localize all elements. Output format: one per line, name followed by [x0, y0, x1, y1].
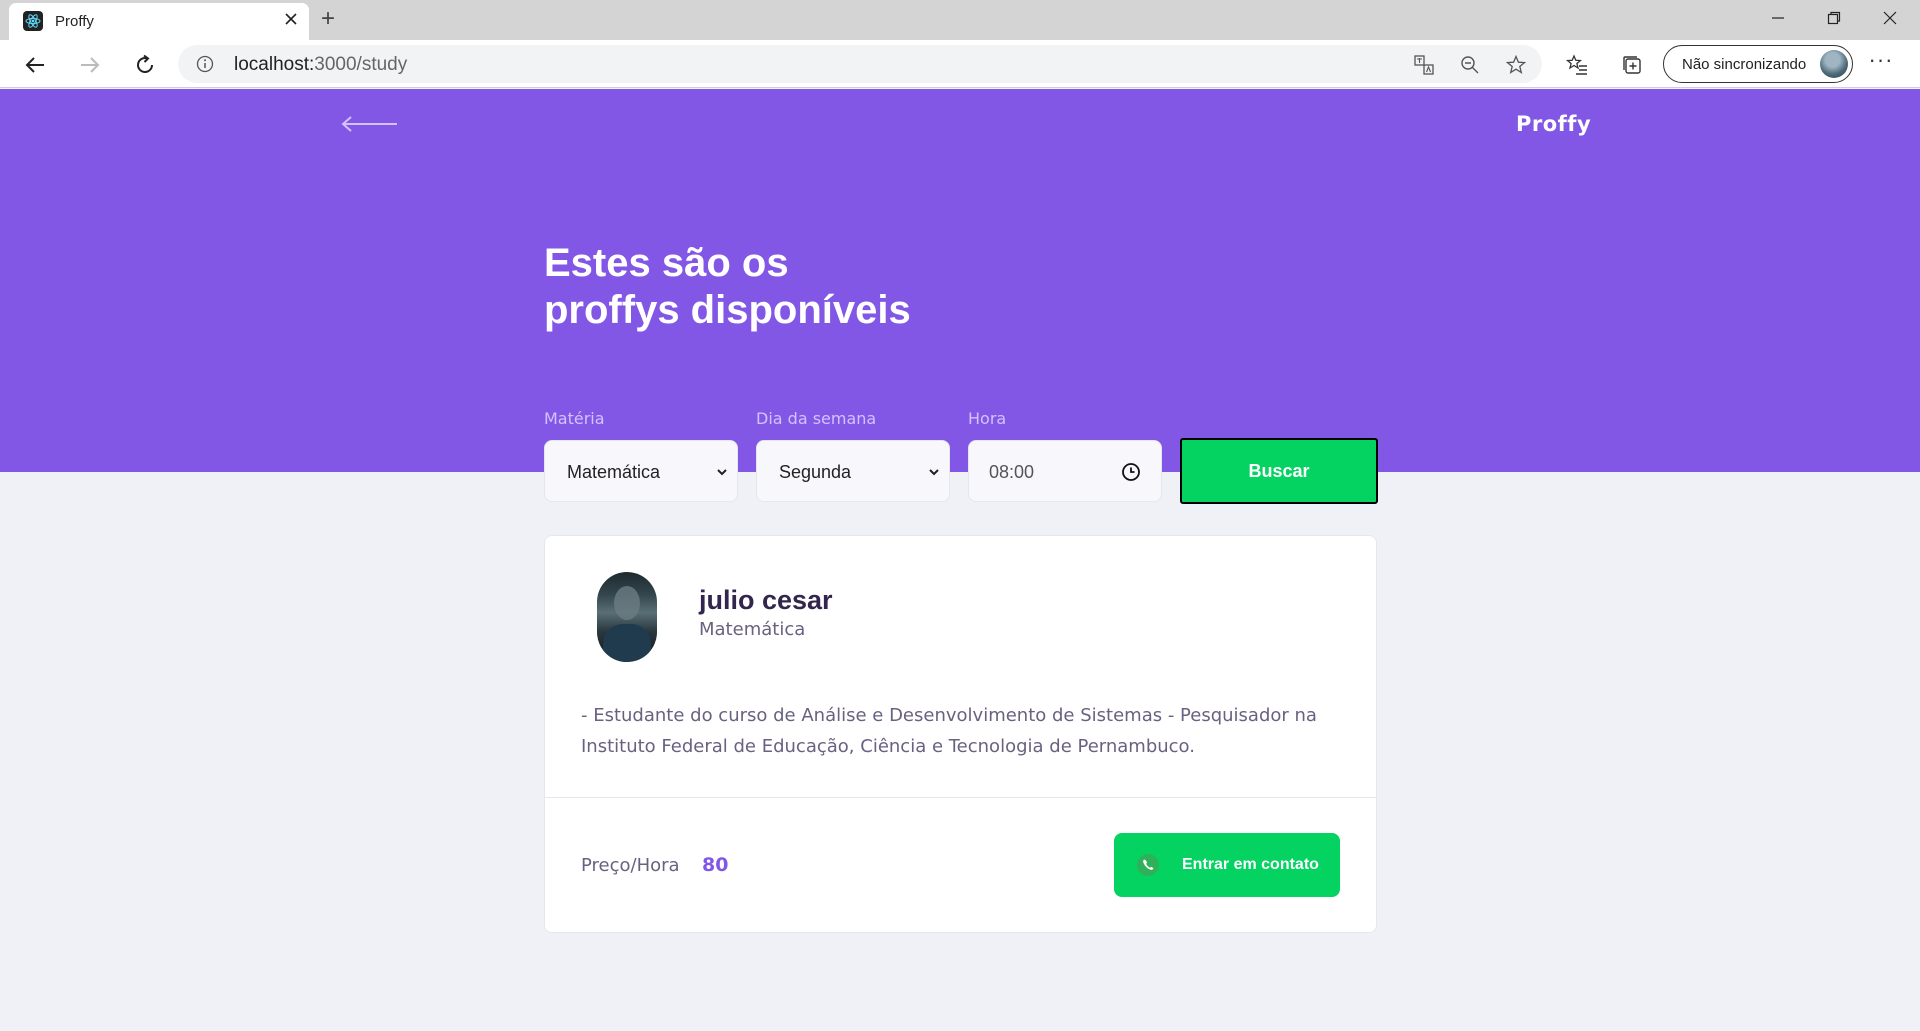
- contact-button-label: Entrar em contato: [1182, 856, 1319, 873]
- teacher-card: julio cesar Matemática - Estudante do cu…: [544, 535, 1377, 933]
- page-title-line-2: proffys disponíveis: [544, 288, 911, 332]
- time-label: Hora: [968, 409, 1007, 428]
- teacher-avatar: [597, 572, 657, 662]
- react-favicon-icon: [23, 11, 43, 31]
- profile-status: Não sincronizando: [1682, 56, 1807, 73]
- teacher-name: julio cesar: [699, 585, 833, 615]
- chevron-down-icon: [927, 465, 941, 479]
- forward-icon[interactable]: [73, 48, 107, 82]
- url-path: 3000/study: [314, 54, 408, 75]
- favorites-list-icon[interactable]: [1564, 52, 1590, 78]
- refresh-icon[interactable]: [128, 48, 162, 82]
- minimize-icon[interactable]: [1750, 0, 1806, 36]
- price-label: Preço/Hora: [581, 855, 680, 876]
- url-text[interactable]: localhost:3000/study: [234, 54, 407, 76]
- search-button[interactable]: Buscar: [1180, 438, 1378, 504]
- close-tab-icon[interactable]: [280, 9, 302, 31]
- back-arrow-icon[interactable]: [340, 114, 398, 134]
- chevron-down-icon: [715, 465, 729, 479]
- week-day-select-value: Segunda: [779, 462, 852, 482]
- info-icon[interactable]: [196, 55, 214, 73]
- browser-toolbar: localhost:3000/study Não sincronizando ·…: [0, 40, 1920, 88]
- browser-tab[interactable]: Proffy: [9, 3, 309, 40]
- tab-title: Proffy: [55, 13, 94, 30]
- restore-icon[interactable]: [1806, 0, 1862, 36]
- teacher-bio: - Estudante do curso de Análise e Desenv…: [581, 705, 1317, 757]
- week-day-label: Dia da semana: [756, 409, 877, 428]
- browser-tab-bar: Proffy +: [0, 0, 1920, 40]
- clock-icon[interactable]: [1121, 462, 1141, 482]
- back-icon[interactable]: [18, 48, 52, 82]
- time-input-value: 08:00: [989, 462, 1035, 482]
- profile-avatar: [1820, 50, 1848, 78]
- zoom-out-icon[interactable]: [1458, 53, 1482, 77]
- subject-select[interactable]: Matemática: [544, 440, 738, 502]
- teacher-card-footer: Preço/Hora 80 Entrar em contato: [545, 797, 1376, 932]
- profile-button[interactable]: Não sincronizando: [1663, 45, 1853, 83]
- translate-icon[interactable]: [1412, 53, 1436, 77]
- contact-button[interactable]: Entrar em contato: [1114, 833, 1340, 897]
- brand-logo[interactable]: Proffy: [1516, 112, 1591, 136]
- week-day-select[interactable]: Segunda: [756, 440, 950, 502]
- subject-select-value: Matemática: [567, 462, 661, 482]
- url-host: localhost:: [234, 54, 315, 75]
- page-title: Estes são os proffys disponíveis: [544, 240, 1024, 334]
- page-title-line-1: Estes são os: [544, 241, 789, 285]
- whatsapp-icon: [1136, 853, 1160, 877]
- collections-icon[interactable]: [1619, 52, 1645, 78]
- teacher-subject: Matemática: [699, 619, 806, 640]
- time-input[interactable]: 08:00: [968, 440, 1162, 502]
- window-close-icon[interactable]: [1862, 0, 1918, 36]
- price-value: 80: [702, 854, 729, 876]
- new-tab-button[interactable]: +: [314, 5, 342, 33]
- favorite-star-icon[interactable]: [1504, 53, 1528, 77]
- address-bar[interactable]: localhost:3000/study: [178, 45, 1542, 83]
- more-options-button[interactable]: ···: [1866, 49, 1896, 78]
- subject-label: Matéria: [544, 409, 605, 428]
